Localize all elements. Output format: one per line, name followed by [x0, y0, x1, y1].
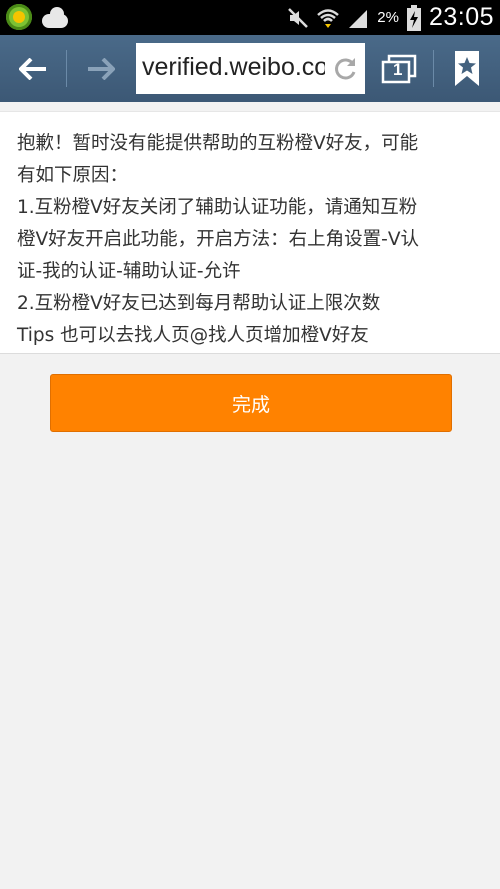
message-line: Tips 也可以去找人页@找人页增加橙V好友 [17, 325, 369, 346]
error-message: 抱歉！暂时没有能提供帮助的互粉橙V好友，可能 有如下原因： 1.互粉橙V好友关闭… [17, 128, 487, 352]
toolbar-divider [66, 50, 67, 87]
message-line: 抱歉！暂时没有能提供帮助的互粉橙V好友，可能 [17, 133, 419, 154]
reload-icon [335, 57, 356, 79]
message-line: 2.互粉橙V好友已达到每月帮助认证上限次数 [17, 293, 381, 314]
mute-icon [288, 7, 309, 28]
battery-charging-icon [406, 4, 421, 31]
message-line: 橙V好友开启此功能，开启方法：右上角设置-V认 [17, 229, 419, 250]
clock: 23:05 [428, 3, 494, 31]
reload-button[interactable] [325, 43, 365, 94]
message-card: 抱歉！暂时没有能提供帮助的互粉橙V好友，可能 有如下原因： 1.互粉橙V好友关闭… [0, 111, 500, 354]
forward-button[interactable] [68, 35, 134, 102]
back-button[interactable] [0, 35, 66, 102]
notification-icons [6, 4, 70, 30]
done-button[interactable]: 完成 [50, 374, 452, 432]
forward-arrow-icon [88, 57, 115, 80]
tab-count: 1 [393, 60, 403, 79]
bookmark-button[interactable] [434, 35, 500, 102]
message-line: 有如下原因： [17, 165, 129, 186]
url-bar[interactable]: verified.weibo.com [136, 43, 365, 94]
app-icon-1 [6, 4, 32, 30]
browser-toolbar: verified.weibo.com 1 [0, 35, 500, 102]
signal-icon [349, 9, 368, 28]
status-bar: 2% 23:05 [0, 0, 500, 35]
weather-cloud-icon [40, 4, 70, 30]
message-line: 证-我的认证-辅助认证-允许 [17, 261, 241, 282]
back-arrow-icon [19, 57, 46, 80]
battery-percent: 2% [377, 9, 399, 26]
bookmark-star-icon [455, 50, 479, 86]
system-icons: 2% 23:05 [287, 0, 494, 35]
wifi-icon [317, 8, 340, 28]
message-line: 1.互粉橙V好友关闭了辅助认证功能，请通知互粉 [17, 197, 418, 218]
url-text[interactable]: verified.weibo.com [142, 53, 349, 82]
